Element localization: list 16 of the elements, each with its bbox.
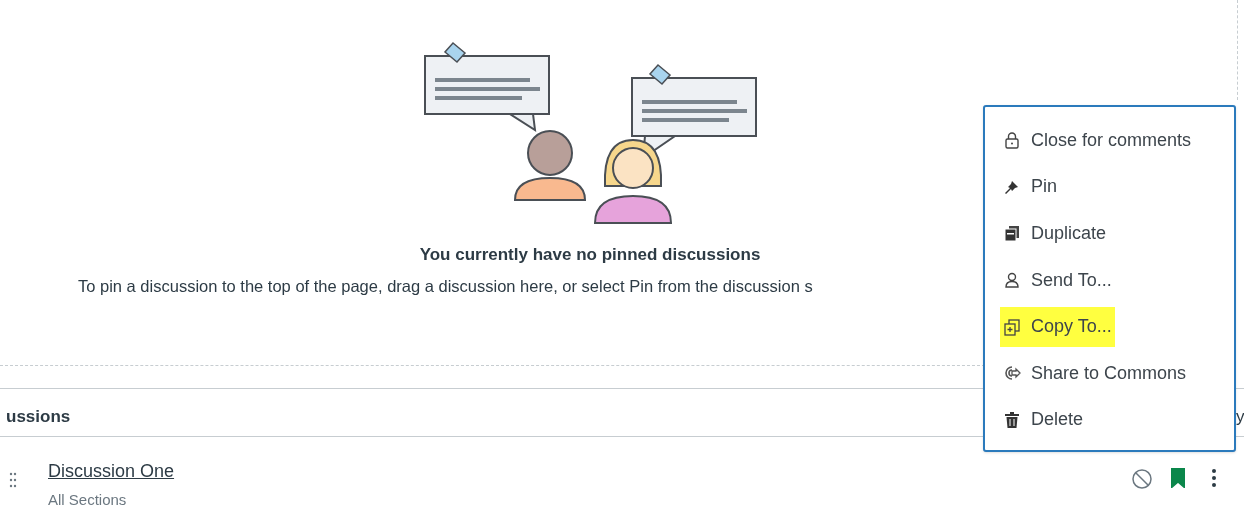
share-icon [1003, 364, 1021, 383]
person-icon [1003, 271, 1021, 290]
lock-icon [1003, 131, 1021, 150]
menu-item[interactable]: Copy To... [1000, 306, 1115, 347]
more-options-icon[interactable] [1211, 468, 1217, 488]
discussion-sections: All Sections [48, 489, 127, 512]
discussion-title-link[interactable]: Discussion One [48, 458, 175, 485]
trash-icon [1003, 410, 1021, 429]
empty-state-title: You currently have no pinned discussions [419, 244, 761, 266]
empty-state-message: To pin a discussion to the top of the page, drag a discussion here, or select Pin from the discussion s [78, 275, 813, 297]
column-header: y [1236, 406, 1244, 428]
bookmark-icon[interactable] [1171, 468, 1185, 488]
not-allowed-icon[interactable] [1131, 468, 1153, 490]
copy-icon [1003, 317, 1021, 336]
stacked-pages-icon [1003, 224, 1021, 243]
section-heading: ussions [6, 406, 71, 428]
